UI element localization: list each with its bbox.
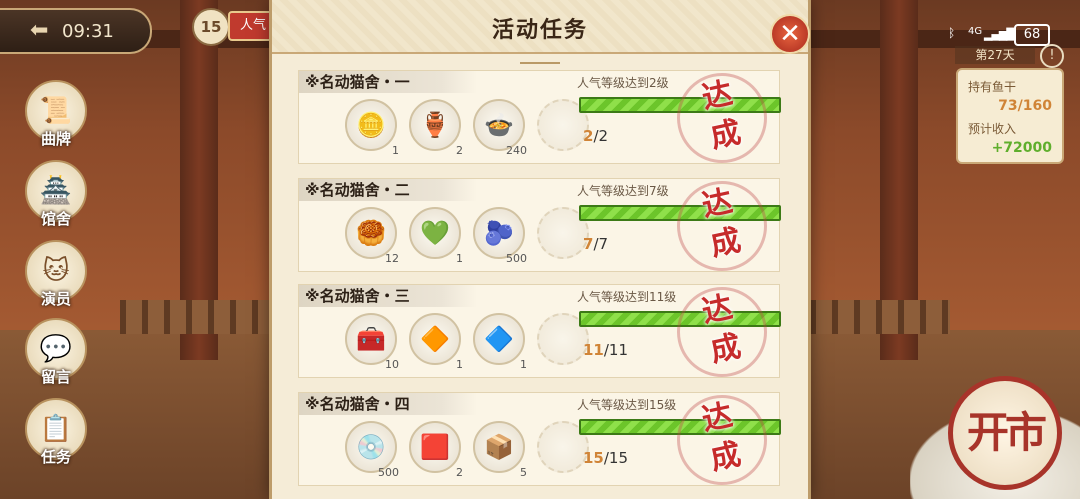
resource-panel: 持有鱼干 73/160 预计收入 +72000	[956, 68, 1064, 164]
task-progress-text: 15/15	[583, 449, 628, 467]
menu-item[interactable]: 🐱 演员	[22, 240, 90, 314]
reward-quantity: 500	[378, 466, 399, 479]
dried-fish-label: 持有鱼干	[968, 80, 1017, 94]
menu-item-label: 演员	[40, 290, 71, 308]
progress-total: /2	[593, 127, 609, 145]
network-type: 4G	[968, 26, 983, 37]
task-row: ※名动猫舍・二 🥮 12 💚 1 🫐 500 人气等级达到7级 7/7 达成	[298, 172, 781, 280]
orange-rune-icon[interactable]: 🔶 1	[409, 313, 463, 371]
reward-quantity: 1	[456, 252, 463, 265]
task-title: ※名动猫舍・四	[299, 393, 477, 415]
task-progress-text: 7/7	[583, 235, 608, 253]
task-row: ※名动猫舍・三 🧰 10 🔶 1 🔷 1 人气等级达到11级 11/11 达成	[298, 278, 781, 386]
income-label: 预计收入	[968, 122, 1017, 136]
completed-stamp: 达成	[668, 278, 776, 386]
silver-coin-icon[interactable]: 💿 500	[345, 421, 399, 479]
activity-task-dialog: 活动任务 ✕ ※名动猫舍・一 🪙 1 🏺 2 🍲 240 人气等级达到2级 2/2 达成 ※名动猫舍…	[272, 0, 810, 499]
dialog-header: 活动任务	[272, 0, 808, 54]
progress-current: 11	[583, 341, 604, 359]
reward-quantity: 2	[456, 144, 463, 157]
clock-time: 09:31	[62, 21, 114, 42]
open-market-button[interactable]: 开市	[948, 376, 1062, 490]
info-icon[interactable]: !	[1040, 44, 1064, 68]
reward-glyph: 🏺	[420, 111, 450, 139]
day-counter: 第27天	[955, 46, 1035, 64]
reward-glyph: 🔶	[420, 325, 450, 353]
progress-current: 15	[583, 449, 604, 467]
reward-quantity: 1	[456, 358, 463, 371]
progress-current: 2	[583, 127, 594, 145]
reward-quantity: 1	[392, 144, 399, 157]
player-level-badge: 15	[192, 8, 230, 46]
blue-vase-icon[interactable]: 🏺 2	[409, 99, 463, 157]
railing	[120, 300, 280, 334]
reward-quantity: 10	[385, 358, 399, 371]
completed-stamp: 达成	[668, 172, 776, 280]
reward-quantity: 12	[385, 252, 399, 265]
menu-item[interactable]: 🏯 馆舍	[22, 160, 90, 234]
progress-current: 7	[583, 235, 594, 253]
menu-item[interactable]: 📜 曲牌	[22, 80, 90, 154]
dialog-title: 活动任务	[491, 18, 588, 43]
dried-fish-value: 73/160	[998, 98, 1052, 114]
task-title: ※名动猫舍・二	[299, 179, 477, 201]
reward-glyph: 🫐	[484, 219, 514, 247]
completed-stamp: 达成	[668, 386, 776, 494]
silver-ingot-icon[interactable]: 🪙 1	[345, 99, 399, 157]
reward-quantity: 5	[520, 466, 527, 479]
reward-quantity: 500	[506, 252, 527, 265]
gold-nugget-icon[interactable]: 🥮 12	[345, 207, 399, 265]
task-row: ※名动猫舍・一 🪙 1 🏺 2 🍲 240 人气等级达到2级 2/2 达成	[298, 64, 781, 172]
menu-item[interactable]: 💬 留言	[22, 318, 90, 392]
reward-glyph: 🔷	[484, 325, 514, 353]
treasure-chest-icon[interactable]: 📦 5	[473, 421, 527, 479]
popularity-tag: 人气	[228, 11, 278, 41]
reward-quantity: 2	[456, 466, 463, 479]
income-value: +72000	[991, 140, 1052, 156]
menu-item[interactable]: 📋 任务	[22, 398, 90, 472]
green-gem-icon[interactable]: 💚 1	[409, 207, 463, 265]
menu-item-label: 留言	[40, 368, 71, 386]
progress-total: /7	[593, 235, 609, 253]
reward-glyph: 🧰	[356, 325, 386, 353]
task-progress-text: 2/2	[583, 127, 608, 145]
progress-total: /11	[603, 341, 629, 359]
task-title: ※名动猫舍・一	[299, 71, 477, 93]
signal-icon: ▂▄▆█	[984, 28, 1015, 41]
menu-item-label: 任务	[40, 448, 71, 466]
task-condition: 人气等级达到15级	[577, 398, 677, 412]
bluetooth-icon: ᛒ	[948, 26, 956, 40]
reward-glyph: 💚	[420, 219, 450, 247]
system-status-bar: ᛒ 4G ▂▄▆█ 68	[948, 24, 1068, 46]
back-arrow-icon[interactable]: ⬅	[30, 18, 48, 43]
menu-item-label: 曲牌	[40, 130, 71, 148]
back-bar[interactable]: ⬅ 09:31	[0, 8, 152, 54]
red-gem-icon[interactable]: 🟥 2	[409, 421, 463, 479]
task-title: ※名动猫舍・三	[299, 285, 477, 307]
reward-quantity: 240	[506, 144, 527, 157]
completed-stamp: 达成	[668, 64, 776, 172]
reward-glyph: 🪙	[356, 111, 386, 139]
task-condition: 人气等级达到7级	[577, 184, 669, 198]
task-condition: 人气等级达到2级	[577, 76, 669, 90]
menu-item-label: 馆舍	[40, 210, 71, 228]
gem-chest-icon[interactable]: 🧰 10	[345, 313, 399, 371]
reward-glyph: 🥮	[356, 219, 386, 247]
task-row: ※名动猫舍・四 💿 500 🟥 2 📦 5 人气等级达到15级 15/15 达成	[298, 386, 781, 494]
food-bowl-icon[interactable]: 🍲 240	[473, 99, 527, 157]
blue-fruit-icon[interactable]: 🫐 500	[473, 207, 527, 265]
blue-rune-icon[interactable]: 🔷 1	[473, 313, 527, 371]
reward-glyph: 🟥	[420, 433, 450, 461]
reward-quantity: 1	[520, 358, 527, 371]
battery-level: 68	[1014, 24, 1050, 46]
progress-total: /15	[603, 449, 629, 467]
reward-glyph: 💿	[356, 433, 386, 461]
task-progress-text: 11/11	[583, 341, 628, 359]
close-icon[interactable]: ✕	[770, 14, 810, 54]
reward-glyph: 📦	[484, 433, 514, 461]
reward-glyph: 🍲	[484, 111, 514, 139]
railing	[810, 300, 950, 334]
task-condition: 人气等级达到11级	[577, 290, 677, 304]
